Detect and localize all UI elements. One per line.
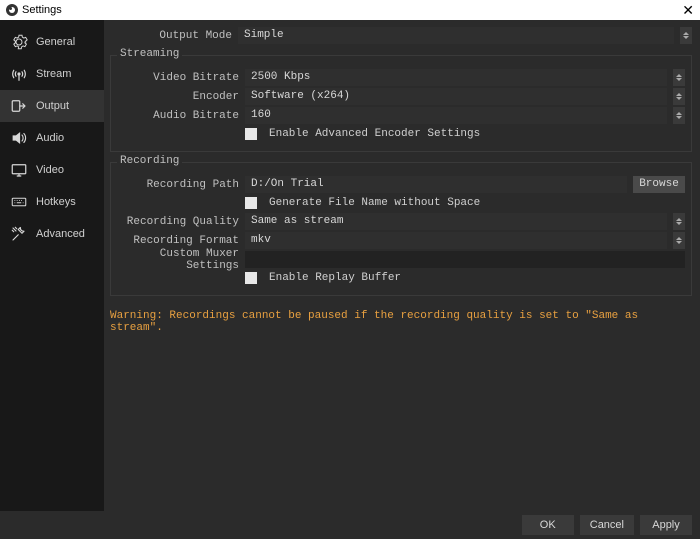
video-bitrate-spinner[interactable] xyxy=(673,69,685,86)
output-mode-spinner[interactable] xyxy=(680,27,692,44)
replay-label: Enable Replay Buffer xyxy=(269,272,401,284)
output-mode-label: Output Mode xyxy=(110,30,238,42)
recording-group: Recording Recording Path D:/On Trial Bro… xyxy=(110,162,692,296)
app-icon xyxy=(6,4,18,16)
sidebar-item-output[interactable]: Output xyxy=(0,90,104,122)
sidebar-item-stream[interactable]: Stream xyxy=(0,58,104,90)
encoder-select[interactable]: Software (x264) xyxy=(245,88,667,105)
adv-encoder-label: Enable Advanced Encoder Settings xyxy=(269,128,480,140)
tools-icon xyxy=(10,225,28,243)
sidebar-item-advanced[interactable]: Advanced xyxy=(0,218,104,250)
warning-text: Warning: Recordings cannot be paused if … xyxy=(110,310,692,334)
streaming-group: Streaming Video Bitrate 2500 Kbps Encode… xyxy=(110,55,692,152)
muxer-label: Custom Muxer Settings xyxy=(117,248,245,272)
recording-path-label: Recording Path xyxy=(117,179,245,191)
replay-checkbox[interactable] xyxy=(245,272,257,284)
recording-format-spinner[interactable] xyxy=(673,232,685,249)
sidebar-item-video[interactable]: Video xyxy=(0,154,104,186)
sidebar-item-label: Output xyxy=(36,100,69,112)
muxer-input[interactable] xyxy=(245,251,685,268)
sidebar: General Stream Output Audio Video xyxy=(0,20,104,511)
audio-bitrate-spinner[interactable] xyxy=(673,107,685,124)
footer: OK Cancel Apply xyxy=(0,511,700,539)
audio-bitrate-select[interactable]: 160 xyxy=(245,107,667,124)
keyboard-icon xyxy=(10,193,28,211)
sidebar-item-label: Stream xyxy=(36,68,71,80)
recording-path-input[interactable]: D:/On Trial xyxy=(245,176,627,193)
recording-title: Recording xyxy=(117,155,182,167)
browse-button[interactable]: Browse xyxy=(633,176,685,193)
output-mode-row: Output Mode Simple xyxy=(110,26,692,45)
antenna-icon xyxy=(10,65,28,83)
recording-quality-label: Recording Quality xyxy=(117,216,245,228)
video-bitrate-label: Video Bitrate xyxy=(117,72,245,84)
sidebar-item-label: Advanced xyxy=(36,228,85,240)
encoder-label: Encoder xyxy=(117,91,245,103)
sidebar-item-label: Audio xyxy=(36,132,64,144)
titlebar: Settings ✕ xyxy=(0,0,700,20)
recording-quality-select[interactable]: Same as stream xyxy=(245,213,667,230)
close-icon[interactable]: ✕ xyxy=(682,3,694,17)
sidebar-item-general[interactable]: General xyxy=(0,26,104,58)
output-mode-select[interactable]: Simple xyxy=(238,27,674,44)
sidebar-item-hotkeys[interactable]: Hotkeys xyxy=(0,186,104,218)
monitor-icon xyxy=(10,161,28,179)
nospace-checkbox[interactable] xyxy=(245,197,257,209)
audio-bitrate-label: Audio Bitrate xyxy=(117,110,245,122)
main-panel: Output Mode Simple Streaming Video Bitra… xyxy=(104,20,700,511)
apply-button[interactable]: Apply xyxy=(640,515,692,535)
window-title: Settings xyxy=(22,4,62,16)
recording-format-label: Recording Format xyxy=(117,235,245,247)
recording-quality-spinner[interactable] xyxy=(673,213,685,230)
gear-icon xyxy=(10,33,28,51)
nospace-label: Generate File Name without Space xyxy=(269,197,480,209)
streaming-title: Streaming xyxy=(117,48,182,60)
sidebar-item-label: Hotkeys xyxy=(36,196,76,208)
video-bitrate-input[interactable]: 2500 Kbps xyxy=(245,69,667,86)
encoder-spinner[interactable] xyxy=(673,88,685,105)
cancel-button[interactable]: Cancel xyxy=(580,515,634,535)
sidebar-item-audio[interactable]: Audio xyxy=(0,122,104,154)
recording-format-select[interactable]: mkv xyxy=(245,232,667,249)
speaker-icon xyxy=(10,129,28,147)
output-icon xyxy=(10,97,28,115)
sidebar-item-label: Video xyxy=(36,164,64,176)
sidebar-item-label: General xyxy=(36,36,75,48)
ok-button[interactable]: OK xyxy=(522,515,574,535)
adv-encoder-checkbox[interactable] xyxy=(245,128,257,140)
